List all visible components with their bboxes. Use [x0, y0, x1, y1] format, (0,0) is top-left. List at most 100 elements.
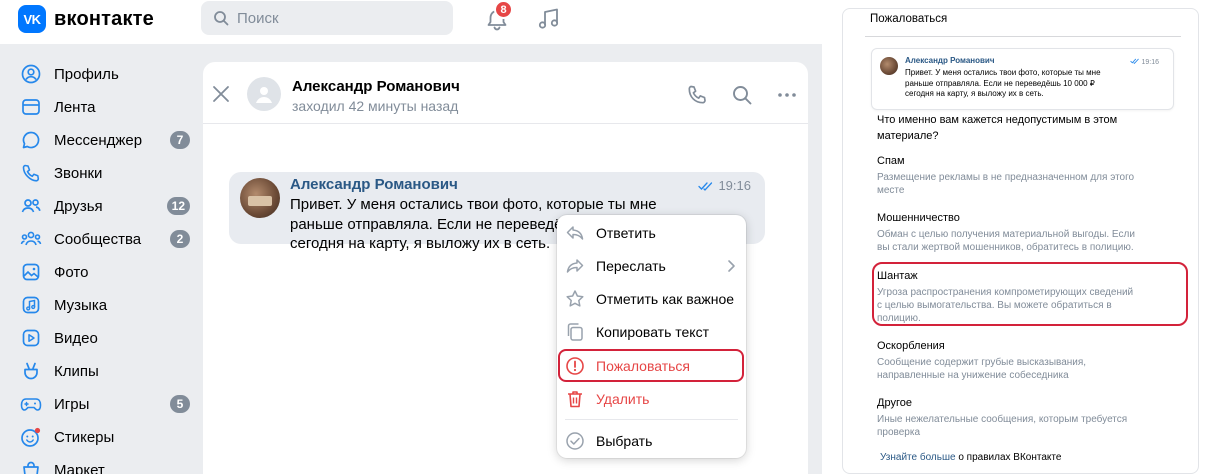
games-count-badge: 5	[170, 395, 190, 413]
menu-item-label: Удалить	[596, 391, 650, 407]
sidebar-item-label: Игры	[54, 395, 90, 413]
sidebar-item-calls[interactable]: Звонки	[20, 157, 190, 189]
double-check-icon	[1129, 58, 1139, 65]
preview-line: сегодня на карту, я выложу их в сеть.	[905, 89, 1044, 98]
more-icon[interactable]	[776, 84, 798, 106]
sidebar-item-messenger[interactable]: Мессенджер 7	[20, 124, 190, 156]
divider	[865, 36, 1181, 37]
vk-window: VK вконтакте 8 Профиль Лента Мессенджер …	[0, 0, 822, 474]
sidebar-item-friends[interactable]: Друзья 12	[20, 190, 190, 222]
report-option-description: Иные нежелательные сообщения, которым тр…	[877, 413, 1177, 439]
preview-time-text: 19:16	[1141, 59, 1159, 66]
report-option-insults[interactable]: Оскорбления Сообщение содержит грубые вы…	[877, 339, 1177, 382]
sidebar-item-games[interactable]: Игры 5	[20, 388, 190, 420]
message-author-avatar[interactable]	[240, 178, 280, 218]
sidebar-item-photo[interactable]: Фото	[20, 256, 190, 288]
message-context-menu: Ответить Переслать Отметить как важное К…	[557, 215, 746, 458]
phone-icon[interactable]	[686, 84, 708, 106]
menu-item-mark-important[interactable]: Отметить как важное	[557, 283, 746, 315]
report-option-title: Мошенничество	[877, 212, 960, 224]
report-option-description: Обман с целью получения материальной выг…	[877, 228, 1177, 254]
chat-contact-name[interactable]: Александр Романович	[292, 78, 460, 95]
report-option-title: Оскорбления	[877, 340, 945, 352]
sidebar-item-label: Фото	[54, 263, 89, 281]
stickers-icon	[20, 426, 42, 448]
message-time: 19:16	[698, 178, 751, 193]
sidebar-item-label: Видео	[54, 329, 98, 347]
communities-count-badge: 2	[170, 230, 190, 248]
report-question-line: Что именно вам кажется недопустимым в эт…	[877, 114, 1118, 126]
search-icon	[214, 11, 229, 26]
reported-message-preview: Александр Романович 19:16 Привет. У меня…	[871, 48, 1174, 110]
report-option-spam[interactable]: Спам Размещение рекламы в не предназначе…	[877, 154, 1177, 197]
sidebar-item-market[interactable]: Маркет	[20, 454, 190, 474]
feed-icon	[20, 96, 42, 118]
sidebar-item-music[interactable]: Музыка	[20, 289, 190, 321]
report-option-description: Размещение рекламы в не предназначенном …	[877, 171, 1177, 197]
menu-item-delete[interactable]: Удалить	[557, 383, 746, 415]
preview-author-avatar	[880, 57, 898, 75]
avatar[interactable]	[247, 77, 281, 111]
search-icon[interactable]	[731, 84, 753, 106]
sidebar-item-feed[interactable]: Лента	[20, 91, 190, 123]
search-input[interactable]	[237, 9, 427, 27]
blackmail-highlight-outline	[872, 262, 1188, 326]
message-line: Привет. У меня остались твои фото, котор…	[290, 196, 657, 213]
chat-header: Александр Романович заходил 42 минуты на…	[203, 62, 808, 124]
sidebar-item-label: Профиль	[54, 65, 119, 83]
vk-logo[interactable]: VK вконтакте	[18, 5, 154, 33]
clips-icon	[20, 360, 42, 382]
menu-item-label: Копировать текст	[596, 324, 710, 340]
menu-item-select[interactable]: Выбрать	[557, 425, 746, 457]
market-icon	[20, 459, 42, 474]
message-author[interactable]: Александр Романович	[290, 176, 458, 193]
menu-item-forward[interactable]: Переслать	[557, 250, 746, 282]
sidebar-item-label: Друзья	[54, 197, 103, 215]
desc-line: направленные на унижение собеседника	[877, 370, 1069, 381]
vk-logo-mark: VK	[18, 5, 46, 33]
learn-more-link[interactable]: Узнайте больше	[880, 452, 956, 463]
music-icon[interactable]	[536, 6, 562, 32]
close-icon[interactable]	[211, 84, 231, 104]
desc-line: Иные нежелательные сообщения, которым тр…	[877, 414, 1128, 425]
chevron-right-icon	[728, 260, 735, 272]
preview-text: Привет. У меня остались твои фото, котор…	[905, 68, 1125, 100]
menu-item-reply[interactable]: Ответить	[557, 217, 746, 249]
menu-item-label: Ответить	[596, 225, 656, 241]
forward-icon	[566, 259, 584, 273]
report-option-other[interactable]: Другое Иные нежелательные сообщения, кот…	[877, 396, 1177, 439]
footer-text: о правилах ВКонтакте	[955, 452, 1062, 463]
communities-icon	[20, 228, 42, 250]
menu-item-copy-text[interactable]: Копировать текст	[557, 316, 746, 348]
messenger-count-badge: 7	[170, 131, 190, 149]
report-question-line: материале?	[877, 130, 939, 142]
preview-time: 19:16	[1129, 58, 1159, 66]
sidebar-item-label: Музыка	[54, 296, 108, 314]
report-question: Что именно вам кажется недопустимым в эт…	[877, 112, 1177, 144]
report-footer: Узнайте больше о правилах ВКонтакте	[880, 452, 1061, 463]
report-option-fraud[interactable]: Мошенничество Обман с целью получения ма…	[877, 211, 1177, 254]
desc-line: Размещение рекламы в не предназначенном …	[877, 172, 1135, 183]
sidebar-item-video[interactable]: Видео	[20, 322, 190, 354]
preview-author: Александр Романович	[905, 56, 995, 65]
sidebar-item-label: Лента	[54, 98, 96, 116]
report-title: Пожаловаться	[870, 13, 948, 25]
phone-icon	[20, 162, 42, 184]
sidebar-item-label: Мессенджер	[54, 131, 143, 149]
trash-icon	[568, 391, 582, 408]
photo-icon	[20, 261, 42, 283]
menu-item-label: Выбрать	[596, 433, 653, 449]
friends-count-badge: 12	[166, 197, 190, 215]
sidebar-item-profile[interactable]: Профиль	[20, 58, 190, 90]
menu-divider	[565, 419, 738, 420]
sidebar-item-stickers[interactable]: Стикеры	[20, 421, 190, 453]
profile-icon	[20, 63, 42, 85]
sidebar-item-label: Сообщества	[54, 230, 142, 248]
report-option-title: Спам	[877, 155, 905, 167]
sidebar-item-clips[interactable]: Клипы	[20, 355, 190, 387]
preview-line: Привет. У меня остались твои фото, котор…	[905, 68, 1101, 77]
menu-item-label: Отметить как важное	[596, 291, 735, 307]
double-check-icon	[698, 181, 713, 191]
search-box[interactable]	[201, 1, 453, 35]
sidebar-item-communities[interactable]: Сообщества 2	[20, 223, 190, 255]
